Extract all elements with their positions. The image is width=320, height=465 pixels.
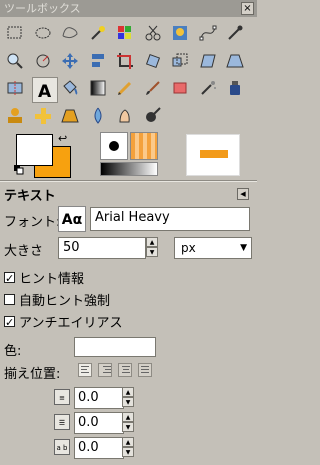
perspective-clone-icon[interactable] xyxy=(59,105,81,127)
blur-icon[interactable] xyxy=(87,105,109,127)
foreground-select-icon[interactable] xyxy=(169,22,191,44)
letter-spacing-row: a b 0.0 ▲ ▼ xyxy=(54,437,134,459)
spin-up-button[interactable]: ▲ xyxy=(122,412,134,422)
justify-center-button[interactable] xyxy=(118,363,132,377)
rect-select-icon[interactable] xyxy=(4,22,26,44)
line-spacing-row: ☰ 0.0 ▲ ▼ xyxy=(54,412,134,434)
scale-icon[interactable] xyxy=(169,50,191,72)
zoom-icon[interactable] xyxy=(4,50,26,72)
unit-select[interactable]: px ▼ xyxy=(174,237,252,259)
swap-colors-icon[interactable]: ↩ xyxy=(58,132,67,145)
justify-fill-button[interactable] xyxy=(138,363,152,377)
hinting-checkbox[interactable]: ✓ ヒント情報 xyxy=(4,268,84,287)
pencil-icon[interactable] xyxy=(114,77,136,99)
bucket-fill-icon[interactable] xyxy=(59,77,81,99)
svg-text:A: A xyxy=(38,82,52,101)
title-bar: ツールボックス × xyxy=(0,0,257,17)
default-colors-icon[interactable] xyxy=(14,164,24,175)
measure-icon[interactable] xyxy=(32,50,54,72)
scissors-select-icon[interactable] xyxy=(142,22,164,44)
free-select-icon[interactable] xyxy=(59,22,81,44)
unit-value: px xyxy=(181,241,196,255)
font-select-button[interactable]: Aα xyxy=(58,206,86,232)
hinting-label: ヒント情報 xyxy=(19,272,85,287)
ellipse-select-icon[interactable] xyxy=(32,22,54,44)
eraser-icon[interactable] xyxy=(169,77,191,99)
autohint-label: 自動ヒント強制 xyxy=(19,294,111,309)
clone-icon[interactable] xyxy=(4,105,26,127)
ink-icon[interactable] xyxy=(224,77,246,99)
panel-title: テキスト xyxy=(4,189,56,204)
indent-icon: ≡ xyxy=(54,389,70,405)
close-button[interactable]: × xyxy=(241,2,254,15)
size-input[interactable]: 50 xyxy=(58,237,146,259)
perspective-icon[interactable] xyxy=(224,50,246,72)
justify-right-button[interactable] xyxy=(98,363,112,377)
spin-up-button[interactable]: ▲ xyxy=(122,437,134,447)
color-label: 色: xyxy=(4,344,22,359)
active-image-preview[interactable] xyxy=(186,134,240,176)
rotate-icon[interactable] xyxy=(142,50,164,72)
pattern-preview[interactable] xyxy=(130,132,158,160)
line-spacing-input[interactable]: 0.0 xyxy=(74,412,124,434)
window-title: ツールボックス xyxy=(4,2,81,15)
flip-icon[interactable] xyxy=(4,77,26,99)
airbrush-icon[interactable] xyxy=(197,77,219,99)
spin-up-button[interactable]: ▲ xyxy=(146,237,158,247)
crop-icon[interactable] xyxy=(114,50,136,72)
antialias-checkbox-box[interactable]: ✓ xyxy=(4,316,15,328)
text-color-button[interactable] xyxy=(74,337,156,357)
text-icon[interactable]: A xyxy=(31,77,58,103)
line-spacing-spinner[interactable]: ▲ ▼ xyxy=(122,412,134,432)
foreground-color-swatch[interactable] xyxy=(16,134,53,166)
size-label: 大きさ xyxy=(4,244,44,259)
brush-pattern-gradient xyxy=(100,132,160,176)
color-select-icon[interactable] xyxy=(114,22,136,44)
letter-spacing-input[interactable]: 0.0 xyxy=(74,437,124,459)
indent-input[interactable]: 0.0 xyxy=(74,387,124,409)
font-input[interactable]: Arial Heavy xyxy=(90,207,250,231)
spin-down-button[interactable]: ▼ xyxy=(146,247,158,257)
smudge-icon[interactable] xyxy=(114,105,136,127)
align-icon[interactable] xyxy=(87,50,109,72)
divider xyxy=(0,180,257,182)
paths-icon[interactable] xyxy=(197,22,219,44)
font-label: フォント: xyxy=(4,215,61,230)
gradient-preview[interactable] xyxy=(100,162,158,176)
spin-down-button[interactable]: ▼ xyxy=(122,447,134,457)
antialias-label: アンチエイリアス xyxy=(19,316,123,331)
justify-left-button[interactable] xyxy=(78,363,92,377)
letter-spacing-spinner[interactable]: ▲ ▼ xyxy=(122,437,134,457)
heal-icon[interactable] xyxy=(32,105,54,127)
indent-spinner[interactable]: ▲ ▼ xyxy=(122,387,134,407)
chevron-down-icon: ▼ xyxy=(240,243,247,253)
spin-down-button[interactable]: ▼ xyxy=(122,422,134,432)
paintbrush-icon[interactable] xyxy=(142,77,164,99)
brush-preview[interactable] xyxy=(100,132,128,160)
color-picker-icon[interactable] xyxy=(224,22,246,44)
size-spinner[interactable]: ▲ ▼ xyxy=(146,237,160,259)
shear-icon[interactable] xyxy=(197,50,219,72)
autohint-checkbox-box[interactable] xyxy=(4,294,15,305)
dodge-burn-icon[interactable] xyxy=(142,105,164,127)
justify-label: 揃え位置: xyxy=(4,367,61,382)
image-thumbnail-banner xyxy=(200,150,228,158)
spin-up-button[interactable]: ▲ xyxy=(122,387,134,397)
blend-icon[interactable] xyxy=(87,77,109,99)
letter-spacing-icon: a b xyxy=(54,439,70,455)
color-area: ↩ xyxy=(12,132,76,178)
panel-menu-button[interactable]: ◀ xyxy=(237,188,249,200)
move-icon[interactable] xyxy=(59,50,81,72)
spin-down-button[interactable]: ▼ xyxy=(122,397,134,407)
autohint-checkbox[interactable]: 自動ヒント強制 xyxy=(4,290,110,309)
line-spacing-icon: ☰ xyxy=(54,414,70,430)
antialias-checkbox[interactable]: ✓ アンチエイリアス xyxy=(4,312,122,331)
brush-dot xyxy=(109,141,119,151)
fuzzy-select-icon[interactable] xyxy=(87,22,109,44)
hinting-checkbox-box[interactable]: ✓ xyxy=(4,272,15,284)
indent-row: ≡ 0.0 ▲ ▼ xyxy=(54,387,134,409)
